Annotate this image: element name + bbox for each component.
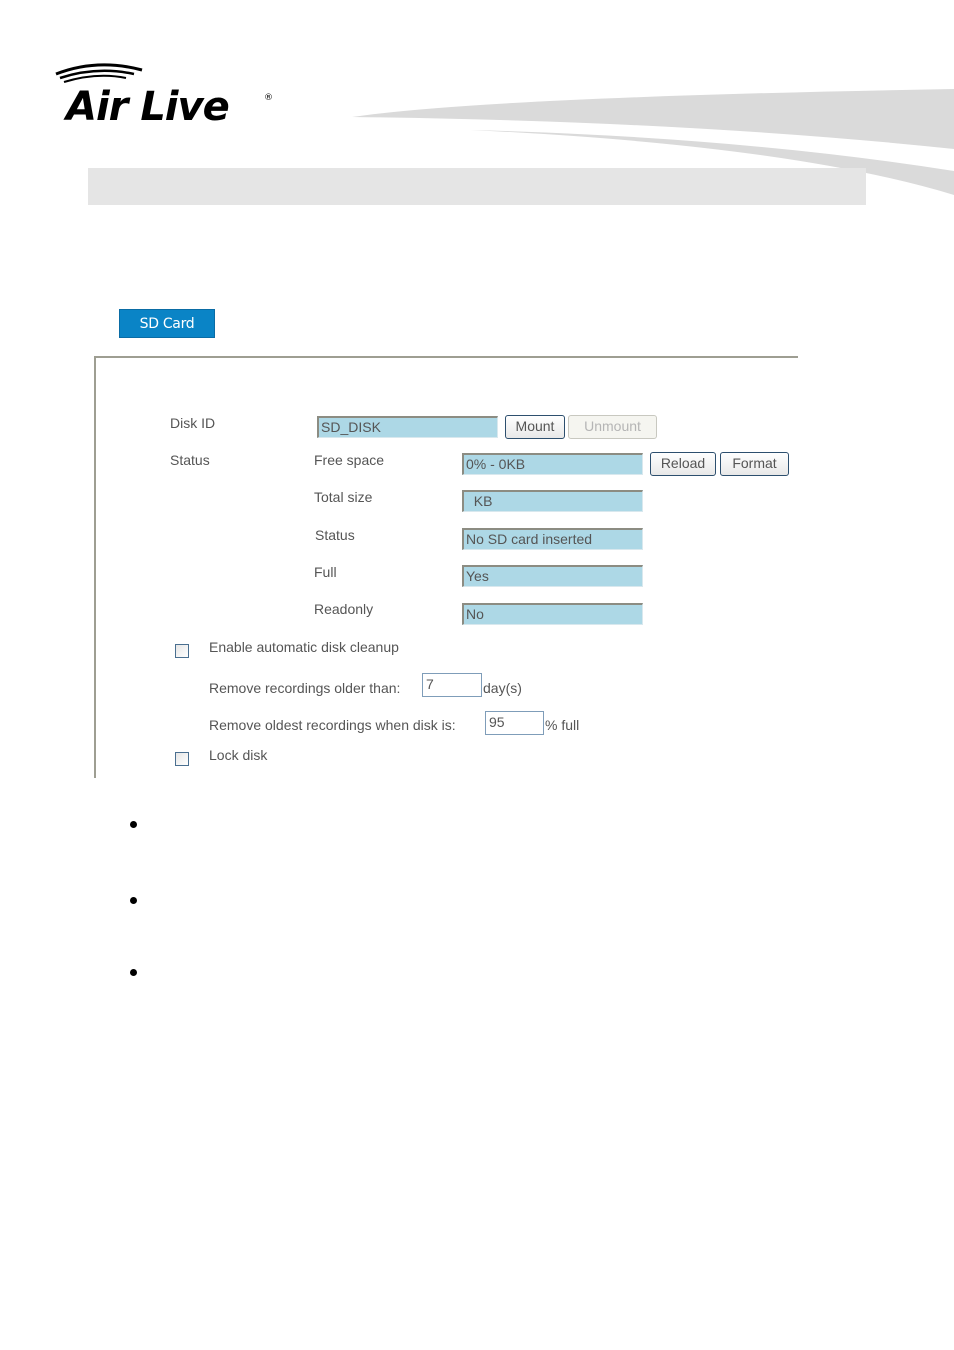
enable-cleanup-label: Enable automatic disk cleanup <box>209 639 399 655</box>
card-status-label: Status <box>315 527 355 543</box>
free-space-field: 0% - 0KB <box>462 453 643 475</box>
section-header-bar <box>88 168 866 205</box>
total-size-field: KB <box>462 490 643 512</box>
status-group-label: Status <box>170 452 210 468</box>
full-field: Yes <box>462 565 643 587</box>
enable-cleanup-checkbox[interactable] <box>175 644 189 658</box>
reload-button[interactable]: Reload <box>650 452 716 476</box>
older-than-label: Remove recordings older than: <box>209 680 401 696</box>
mount-button[interactable]: Mount <box>505 415 565 439</box>
disk-full-label: Remove oldest recordings when disk is: <box>209 717 456 733</box>
readonly-field: No <box>462 603 643 625</box>
older-than-unit: day(s) <box>483 680 522 696</box>
disk-full-input[interactable]: 95 <box>485 711 544 735</box>
airlive-logo: Air Live ® <box>52 60 282 130</box>
wifi-arcs-icon: Air Live ® <box>55 63 273 130</box>
format-button[interactable]: Format <box>720 452 789 476</box>
disk-id-field[interactable]: SD_DISK <box>317 416 498 438</box>
disk-full-unit: % full <box>545 717 580 733</box>
tab-sd-card[interactable]: SD Card <box>119 309 215 338</box>
bullet-point <box>130 897 137 904</box>
older-than-input[interactable]: 7 <box>422 673 482 697</box>
full-label: Full <box>314 564 337 580</box>
bullet-point <box>130 969 137 976</box>
free-space-label: Free space <box>314 452 385 468</box>
bullet-point <box>130 821 137 828</box>
unmount-button[interactable]: Unmount <box>568 415 657 439</box>
lock-disk-checkbox[interactable] <box>175 752 189 766</box>
logo-text: Air Live <box>63 84 229 130</box>
readonly-label: Readonly <box>314 601 374 617</box>
lock-disk-label: Lock disk <box>209 747 268 763</box>
card-status-field: No SD card inserted <box>462 528 643 550</box>
total-size-label: Total size <box>314 489 373 505</box>
registered-mark: ® <box>264 93 273 103</box>
disk-id-label: Disk ID <box>170 415 216 431</box>
